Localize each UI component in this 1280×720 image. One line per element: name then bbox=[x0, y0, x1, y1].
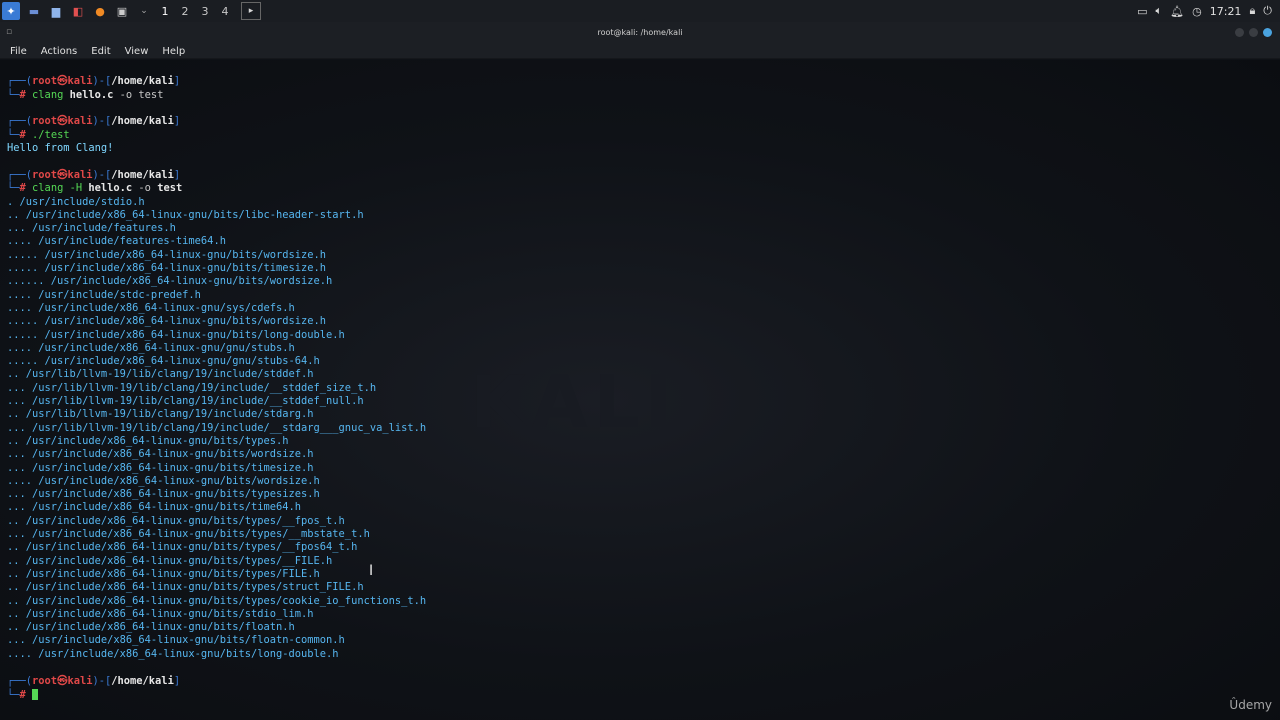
file-manager-icon[interactable]: ▆ bbox=[48, 3, 64, 19]
include-line: .. /usr/include/x86_64-linux-gnu/bits/ty… bbox=[7, 554, 333, 567]
include-line: ... /usr/include/x86_64-linux-gnu/bits/t… bbox=[7, 501, 302, 514]
include-line: .. /usr/include/x86_64-linux-gnu/bits/ty… bbox=[7, 567, 320, 580]
chevron-down-icon[interactable]: ⌄ bbox=[136, 3, 152, 19]
menu-edit[interactable]: Edit bbox=[91, 46, 110, 57]
include-line: ..... /usr/include/x86_64-linux-gnu/bits… bbox=[7, 328, 345, 341]
mouse-ibeam-cursor-icon: I bbox=[369, 563, 374, 579]
include-line: ... /usr/include/x86_64-linux-gnu/bits/t… bbox=[7, 488, 320, 501]
include-line: ... /usr/lib/llvm-19/lib/clang/19/includ… bbox=[7, 395, 364, 407]
command-line: └─# clang hello.c -o test bbox=[7, 88, 164, 101]
show-desktop-icon[interactable]: ▬ bbox=[26, 3, 42, 19]
include-line: .. /usr/include/x86_64-linux-gnu/bits/st… bbox=[7, 607, 314, 620]
window-title: root@kali: /home/kali bbox=[597, 28, 683, 37]
active-command-line[interactable]: └─# bbox=[7, 689, 39, 702]
menu-actions[interactable]: Actions bbox=[41, 46, 78, 57]
include-line: .... /usr/include/x86_64-linux-gnu/bits/… bbox=[7, 474, 320, 487]
close-button[interactable] bbox=[1263, 28, 1272, 37]
include-line: ... /usr/include/features.h bbox=[7, 222, 176, 235]
include-line: ... /usr/lib/llvm-19/lib/clang/19/includ… bbox=[7, 421, 427, 434]
workspace-2[interactable]: 2 bbox=[175, 5, 195, 18]
menu-view[interactable]: View bbox=[125, 46, 149, 57]
include-line: .... /usr/include/x86_64-linux-gnu/bits/… bbox=[7, 647, 339, 660]
top-panel: ✦ ▬ ▆ ◧ ● ▣ ⌄ 1 2 3 4 ▸ ▭ 🔈︎ 🔔︎ ◷ 17:21 … bbox=[0, 0, 1280, 22]
window-titlebar[interactable]: ▫ root@kali: /home/kali bbox=[0, 22, 1280, 44]
terminal-task-button[interactable]: ▸ bbox=[241, 2, 261, 20]
include-line: ..... /usr/include/x86_64-linux-gnu/bits… bbox=[7, 262, 327, 274]
menu-help[interactable]: Help bbox=[162, 46, 185, 57]
power-icon[interactable]: ⏻ bbox=[1263, 4, 1272, 18]
include-line: .. /usr/lib/llvm-19/lib/clang/19/include… bbox=[7, 368, 314, 381]
include-line: .. /usr/include/x86_64-linux-gnu/bits/ty… bbox=[7, 581, 364, 594]
prompt-line: ┌──(root㉿kali)-[/home/kali] bbox=[7, 75, 181, 87]
include-line: . /usr/include/stdio.h bbox=[7, 195, 145, 208]
menu-file[interactable]: File bbox=[10, 46, 27, 57]
volume-icon[interactable]: 🔈︎ bbox=[1156, 4, 1163, 18]
kali-menu-icon[interactable]: ✦ bbox=[2, 2, 20, 20]
prompt-line: ┌──(root㉿kali)-[/home/kali] bbox=[7, 675, 181, 687]
lock-icon[interactable]: 🔒︎ bbox=[1249, 4, 1255, 18]
include-line: ... /usr/include/x86_64-linux-gnu/bits/t… bbox=[7, 528, 370, 540]
include-line: ... /usr/include/x86_64-linux-gnu/bits/f… bbox=[7, 634, 345, 647]
include-line: .. /usr/include/x86_64-linux-gnu/bits/fl… bbox=[7, 621, 295, 634]
include-line: ... /usr/lib/llvm-19/lib/clang/19/includ… bbox=[7, 381, 377, 394]
include-line: .... /usr/include/features-time64.h bbox=[7, 235, 226, 248]
include-line: .... /usr/include/stdc-predef.h bbox=[7, 288, 201, 301]
prompt-line: ┌──(root㉿kali)-[/home/kali] bbox=[7, 115, 181, 127]
include-line: .... /usr/include/x86_64-linux-gnu/gnu/s… bbox=[7, 341, 295, 354]
include-line: .. /usr/include/x86_64-linux-gnu/bits/ty… bbox=[7, 594, 427, 607]
include-line: .. /usr/include/x86_64-linux-gnu/bits/li… bbox=[7, 208, 364, 221]
prompt-line: ┌──(root㉿kali)-[/home/kali] bbox=[7, 168, 181, 181]
minimize-button[interactable] bbox=[1235, 28, 1244, 37]
terminal-launcher-icon[interactable]: ▣ bbox=[114, 3, 130, 19]
kali-watermark: KALI bbox=[470, 360, 679, 444]
text-editor-icon[interactable]: ◧ bbox=[70, 3, 86, 19]
include-line: .. /usr/include/x86_64-linux-gnu/bits/ty… bbox=[7, 541, 358, 554]
notification-bell-icon[interactable]: 🔔︎ bbox=[1170, 5, 1184, 18]
include-line: ... /usr/include/x86_64-linux-gnu/bits/t… bbox=[7, 461, 314, 474]
include-line: ..... /usr/include/x86_64-linux-gnu/gnu/… bbox=[7, 355, 320, 368]
firefox-icon[interactable]: ● bbox=[92, 3, 108, 19]
clock-icon: ◷ bbox=[1192, 4, 1202, 18]
include-line: .... /usr/include/x86_64-linux-gnu/sys/c… bbox=[7, 301, 295, 314]
include-line: .. /usr/include/x86_64-linux-gnu/bits/ty… bbox=[7, 514, 345, 527]
include-line: .. /usr/lib/llvm-19/lib/clang/19/include… bbox=[7, 408, 314, 421]
include-line: .. /usr/include/x86_64-linux-gnu/bits/ty… bbox=[7, 434, 289, 447]
include-line: ... /usr/include/x86_64-linux-gnu/bits/w… bbox=[7, 448, 314, 461]
include-line: ..... /usr/include/x86_64-linux-gnu/bits… bbox=[7, 315, 327, 328]
menu-bar: File Actions Edit View Help bbox=[0, 44, 1280, 59]
workspace-4[interactable]: 4 bbox=[215, 5, 235, 18]
workspace-1[interactable]: 1 bbox=[155, 5, 175, 18]
command-line: └─# clang -H hello.c -o test bbox=[7, 182, 183, 194]
include-line: ..... /usr/include/x86_64-linux-gnu/bits… bbox=[7, 248, 327, 261]
terminal-area[interactable]: KALI ┌──(root㉿kali)-[/home/kali] └─# cla… bbox=[0, 60, 1280, 720]
text-cursor bbox=[32, 689, 39, 700]
maximize-button[interactable] bbox=[1249, 28, 1258, 37]
screen-icon[interactable]: ▭ bbox=[1137, 5, 1147, 18]
clock[interactable]: 17:21 bbox=[1210, 5, 1242, 18]
include-line: ...... /usr/include/x86_64-linux-gnu/bit… bbox=[7, 275, 333, 288]
command-line: └─# ./test bbox=[7, 128, 70, 141]
workspace-3[interactable]: 3 bbox=[195, 5, 215, 18]
udemy-watermark: Ûdemy bbox=[1229, 698, 1272, 712]
program-output: Hello from Clang! bbox=[7, 142, 114, 154]
